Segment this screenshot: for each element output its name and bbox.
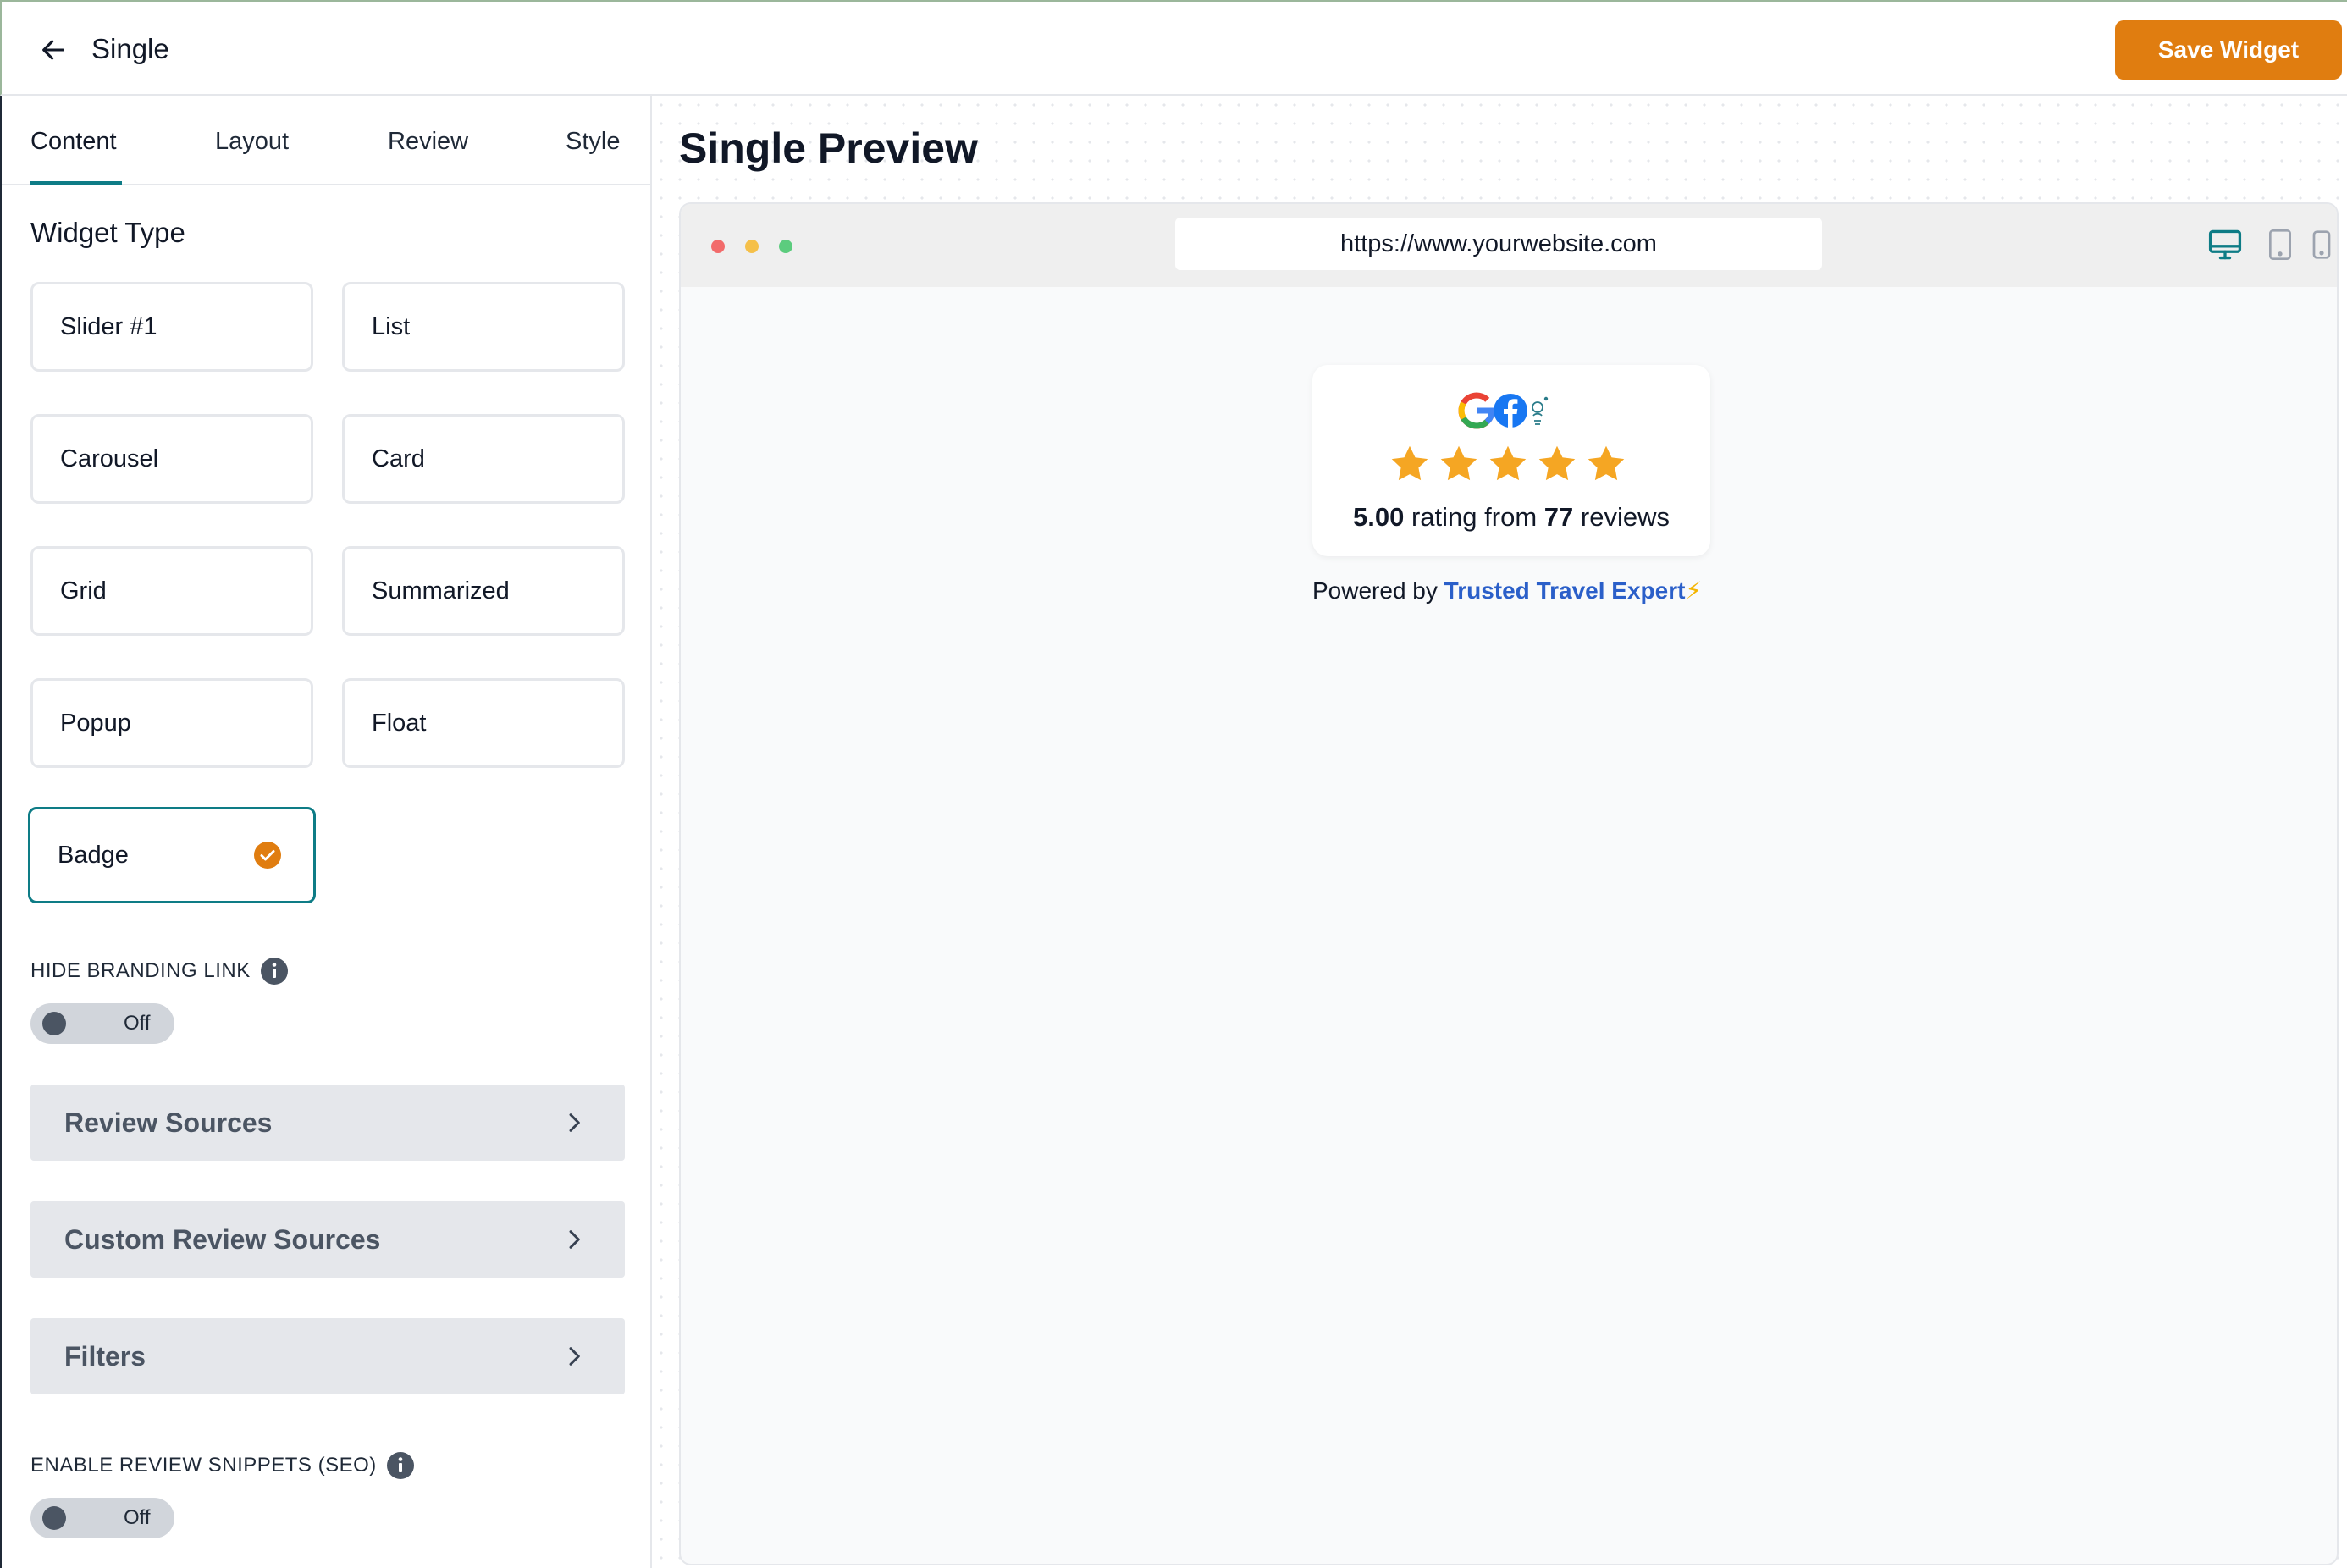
powered-by: Powered by Trusted Travel Expert⚡ — [1312, 575, 1719, 607]
star-icon — [1538, 445, 1576, 481]
rating-value: 5.00 — [1353, 502, 1405, 532]
widget-type-list[interactable]: List — [342, 282, 625, 372]
hide-branding-label-text: HIDE BRANDING LINK — [30, 959, 251, 982]
browser-toolbar — [681, 204, 2337, 287]
widget-type-badge-label: Badge — [58, 841, 129, 869]
toggle-knob — [42, 1506, 66, 1530]
accordion-filters[interactable]: Filters — [30, 1318, 625, 1394]
accordion-custom-review-sources[interactable]: Custom Review Sources — [30, 1201, 625, 1278]
star-rating — [1389, 443, 1627, 485]
tab-style[interactable]: Style — [566, 124, 620, 158]
window-maximize-dot — [779, 240, 792, 253]
preview-area: Single Preview https://www.yourwebsite.c… — [652, 96, 2347, 1568]
arrow-left-icon — [42, 40, 64, 60]
review-snippets-label: ENABLE REVIEW SNIPPETS (SEO) — [30, 1452, 414, 1479]
review-snippets-toggle[interactable]: Off — [30, 1498, 174, 1538]
settings-tabs: Content Layout Review Style — [2, 96, 652, 185]
widget-type-popup[interactable]: Popup — [30, 678, 313, 768]
chevron-right-icon — [569, 1230, 580, 1249]
widget-type-badge[interactable]: Badge — [28, 807, 316, 903]
mobile-icon[interactable] — [2310, 229, 2333, 260]
preview-title: Single Preview — [679, 124, 978, 172]
browser-frame: 5.00 rating from 77 reviews Powered by T… — [679, 202, 2339, 1565]
hide-branding-toggle[interactable]: Off — [30, 1003, 174, 1044]
powered-by-brand-link[interactable]: Trusted Travel Expert — [1444, 577, 1686, 604]
hide-branding-label: HIDE BRANDING LINK — [30, 958, 288, 985]
tab-content[interactable]: Content — [30, 124, 117, 158]
check-circle-icon — [254, 842, 281, 869]
rating-summary: 5.00 rating from 77 reviews — [1312, 500, 1710, 534]
star-icon — [1391, 445, 1428, 481]
hide-branding-toggle-text: Off — [124, 1012, 151, 1035]
widget-type-grid[interactable]: Grid — [30, 546, 313, 636]
widget-type-card[interactable]: Card — [342, 414, 625, 504]
tab-layout[interactable]: Layout — [215, 124, 289, 158]
desktop-icon[interactable] — [2206, 226, 2244, 263]
star-icon — [1440, 445, 1477, 481]
chevron-right-icon — [569, 1113, 580, 1132]
accordion-filters-label: Filters — [64, 1341, 146, 1372]
settings-panel: Content Layout Review Style Widget Type … — [0, 96, 652, 1568]
review-snippets-toggle-text: Off — [124, 1506, 151, 1529]
review-count: 77 — [1543, 502, 1574, 532]
tablet-icon[interactable] — [2264, 228, 2296, 262]
widget-type-summarized[interactable]: Summarized — [342, 546, 625, 636]
save-widget-button[interactable]: Save Widget — [2115, 20, 2342, 80]
info-icon[interactable] — [260, 958, 288, 985]
review-count-word: reviews — [1580, 502, 1670, 532]
widget-type-float[interactable]: Float — [342, 678, 625, 768]
review-snippets-label-text: ENABLE REVIEW SNIPPETS (SEO) — [30, 1454, 377, 1477]
tab-review[interactable]: Review — [388, 124, 468, 158]
window-close-dot — [711, 240, 725, 253]
chevron-right-icon — [569, 1347, 580, 1366]
page-title: Single — [91, 33, 169, 64]
rating-word: rating from — [1411, 502, 1538, 532]
powered-by-prefix: Powered by — [1312, 577, 1438, 604]
review-source-logos-icon — [1458, 392, 1549, 429]
back-button[interactable] — [34, 30, 73, 69]
accordion-custom-review-sources-label: Custom Review Sources — [64, 1224, 381, 1255]
accordion-review-sources[interactable]: Review Sources — [30, 1085, 625, 1161]
url-input[interactable] — [1175, 218, 1822, 270]
toggle-knob — [42, 1012, 66, 1035]
star-icon — [1588, 445, 1625, 481]
info-icon[interactable] — [386, 1452, 414, 1479]
review-badge[interactable]: 5.00 rating from 77 reviews — [1312, 365, 1710, 556]
active-tab-indicator — [30, 181, 122, 185]
widget-type-slider[interactable]: Slider #1 — [30, 282, 313, 372]
star-icon — [1489, 445, 1527, 481]
widget-type-title: Widget Type — [30, 217, 185, 248]
widget-type-carousel[interactable]: Carousel — [30, 414, 313, 504]
window-minimize-dot — [745, 240, 759, 253]
accordion-review-sources-label: Review Sources — [64, 1107, 273, 1138]
bolt-icon: ⚡ — [1685, 577, 1703, 604]
top-bar: Single Save Widget — [0, 0, 2347, 96]
